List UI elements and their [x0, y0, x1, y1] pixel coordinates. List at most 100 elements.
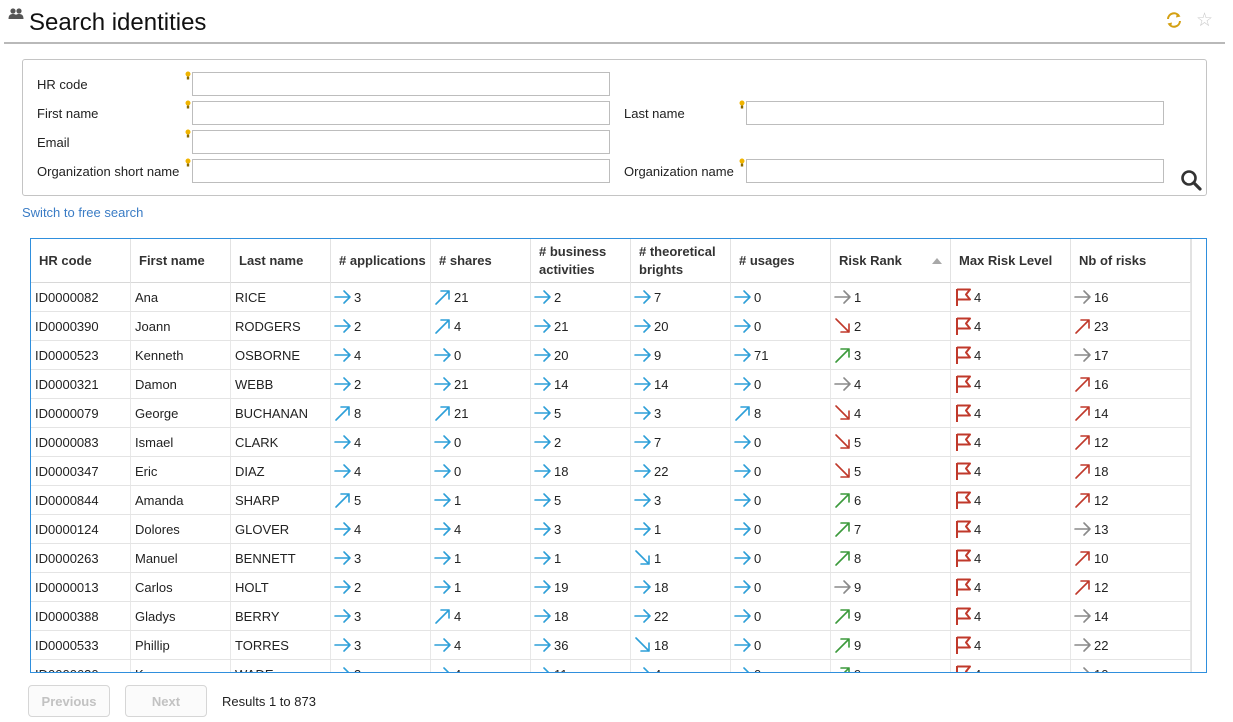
trend-right-arrow-icon: [334, 348, 351, 362]
first-name-cell: Manuel: [131, 544, 231, 572]
shares-cell: 21: [431, 283, 531, 311]
trend-up-arrow-icon: [835, 522, 850, 537]
hr-code-input[interactable]: [192, 72, 610, 96]
column-header-nb-of-risks[interactable]: Nb of risks: [1071, 239, 1191, 283]
column-header-applications[interactable]: # applications: [331, 239, 431, 283]
cell-value: 3: [854, 347, 862, 363]
business-activities-cell: 18: [531, 457, 631, 485]
theoretical-rights-cell: 18: [631, 631, 731, 659]
column-header-business-activities[interactable]: # business activities: [531, 239, 631, 283]
business-activities-cell: 3: [531, 515, 631, 543]
risk-flag-icon: [956, 665, 971, 672]
previous-page-button[interactable]: Previous: [28, 685, 110, 717]
table-row[interactable]: ID0000082 Ana RICE 3 21 2 7 0 1 4 16: [31, 283, 1191, 312]
cell-value: 19: [554, 579, 569, 595]
trend-right-arrow-icon: [334, 377, 351, 391]
cell-value: 9: [654, 347, 662, 363]
cell-value: 8: [854, 550, 862, 566]
trend-right-arrow-icon: [534, 609, 551, 623]
table-row[interactable]: ID0000844 Amanda SHARP 5 1 5 3 0 6 4 12: [31, 486, 1191, 515]
risk-rank-cell: 4: [831, 370, 951, 398]
trend-up-arrow-icon: [1075, 406, 1090, 421]
max-risk-level-cell: 4: [951, 312, 1071, 340]
table-row[interactable]: ID0000013 Carlos HOLT 2 1 19 18 0 9 4 12: [31, 573, 1191, 602]
risk-flag-icon: [956, 607, 971, 625]
table-row[interactable]: ID0000263 Manuel BENNETT 3 1 1 1 0 8 4 10: [31, 544, 1191, 573]
star-icon[interactable]: ☆: [1196, 9, 1213, 32]
column-header-usages[interactable]: # usages: [731, 239, 831, 283]
nb-of-risks-cell: 12: [1071, 428, 1191, 456]
table-row[interactable]: ID0000321 Damon WEBB 2 21 14 14 0 4 4 16: [31, 370, 1191, 399]
usages-cell: 0: [731, 515, 831, 543]
table-row[interactable]: ID0000523 Kenneth OSBORNE 4 0 20 9 71 3 4 17: [31, 341, 1191, 370]
cell-value: 0: [754, 608, 762, 624]
business-activities-cell: 14: [531, 370, 631, 398]
org-name-label: Organization name: [624, 164, 734, 179]
column-header-shares[interactable]: # shares: [431, 239, 531, 283]
org-name-input[interactable]: [746, 159, 1164, 183]
column-header-hr-code[interactable]: HR code: [31, 239, 131, 283]
hr-code-cell: ID0000390: [31, 312, 131, 340]
shares-cell: 4: [431, 660, 531, 672]
trend-right-arrow-icon: [534, 406, 551, 420]
trend-right-arrow-icon: [734, 435, 751, 449]
first-name-input[interactable]: [192, 101, 610, 125]
column-header-max-risk-level[interactable]: Max Risk Level: [951, 239, 1071, 283]
trend-right-arrow-icon: [434, 580, 451, 594]
cell-value: 5: [854, 463, 862, 479]
column-header-first-name[interactable]: First name: [131, 239, 231, 283]
cell-value: 10: [1094, 550, 1109, 566]
table-row[interactable]: ID0000083 Ismael CLARK 4 0 2 7 0 5 4 12: [31, 428, 1191, 457]
max-risk-level-cell: 4: [951, 486, 1071, 514]
cell-value: 21: [454, 376, 469, 392]
cell-value: 21: [554, 318, 569, 334]
trend-up-arrow-icon: [1075, 319, 1090, 334]
nb-of-risks-cell: 14: [1071, 602, 1191, 630]
search-icon[interactable]: [1179, 168, 1203, 192]
table-row[interactable]: ID0000630KerryWADE 3 4 11 4 0 9 4 10: [31, 660, 1191, 672]
column-header-risk-rank[interactable]: Risk Rank: [831, 239, 951, 283]
first-name-cell: Ana: [131, 283, 231, 311]
trend-right-arrow-icon: [334, 580, 351, 594]
trend-right-arrow-icon: [534, 580, 551, 594]
table-row[interactable]: ID0000079 George BUCHANAN 8 21 5 3 8 4 4 14: [31, 399, 1191, 428]
hr-code-cell: ID0000321: [31, 370, 131, 398]
trend-right-arrow-icon: [534, 435, 551, 449]
trend-right-arrow-icon: [634, 319, 651, 333]
table-row[interactable]: ID0000388 Gladys BERRY 3 4 18 22 0 9 4 14: [31, 602, 1191, 631]
theoretical-rights-cell: 7: [631, 283, 731, 311]
trend-right-arrow-icon: [534, 290, 551, 304]
email-input[interactable]: [192, 130, 610, 154]
cell-value: 71: [754, 347, 769, 363]
switch-to-free-search-link[interactable]: Switch to free search: [22, 205, 143, 220]
refresh-icon[interactable]: [1165, 11, 1183, 29]
cell-value: 4: [974, 579, 982, 595]
cell-value: 4: [354, 434, 362, 450]
theoretical-rights-cell: 3: [631, 399, 731, 427]
column-header-theoretical-rights[interactable]: # theoretical brights: [631, 239, 731, 283]
table-row[interactable]: ID0000533 Phillip TORRES 3 4 36 18 0 9 4 22: [31, 631, 1191, 660]
cell-value: 4: [974, 347, 982, 363]
cell-value: 4: [974, 521, 982, 537]
table-row[interactable]: ID0000347 Eric DIAZ 4 0 18 22 0 5 4 18: [31, 457, 1191, 486]
hr-code-cell: ID0000533: [31, 631, 131, 659]
trend-right-arrow-icon: [734, 464, 751, 478]
theoretical-rights-cell: 4: [631, 660, 731, 672]
org-short-name-input[interactable]: [192, 159, 610, 183]
applications-cell: 4: [331, 428, 431, 456]
cell-value: 0: [454, 463, 462, 479]
table-row[interactable]: ID0000124 Dolores GLOVER 4 4 3 1 0 7 4 13: [31, 515, 1191, 544]
column-header-last-name[interactable]: Last name: [231, 239, 331, 283]
business-activities-cell: 36: [531, 631, 631, 659]
risk-flag-icon: [956, 520, 971, 538]
trend-right-arrow-icon: [443, 667, 450, 672]
last-name-input[interactable]: [746, 101, 1164, 125]
trend-right-arrow-icon: [334, 435, 351, 449]
last-name-cell: BERRY: [231, 602, 331, 630]
trend-right-arrow-icon: [734, 377, 751, 391]
trend-right-arrow-icon: [334, 609, 351, 623]
cell-value: 4: [974, 608, 982, 624]
next-page-button[interactable]: Next: [125, 685, 207, 717]
risk-rank-cell: 5: [831, 457, 951, 485]
table-row[interactable]: ID0000390 Joann RODGERS 2 4 21 20 0 2 4 23: [31, 312, 1191, 341]
